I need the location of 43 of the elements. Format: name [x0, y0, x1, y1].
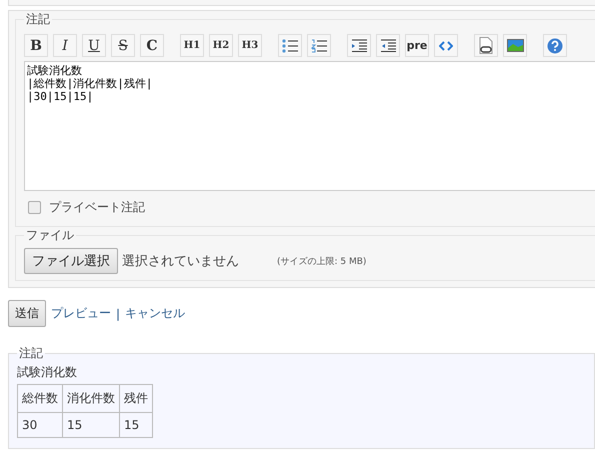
fieldset-legend: 注記 — [17, 345, 45, 362]
format-button[interactable]: C — [140, 34, 164, 57]
fieldset-legend: 注記 — [24, 11, 52, 28]
toolbar-button[interactable] — [376, 34, 400, 57]
submit-button[interactable]: 送信 — [8, 300, 46, 327]
toolbar-button[interactable] — [474, 34, 498, 57]
format-button[interactable]: I — [53, 34, 77, 57]
preview-heading: 試験消化数 — [17, 364, 78, 381]
toolbar-button[interactable] — [347, 34, 371, 57]
toolbar-button[interactable] — [278, 34, 302, 57]
notes-textarea[interactable]: 試験消化数 |総件数|消化件数|残件| |30|15|15| — [24, 61, 595, 191]
file-status: 選択されていません — [122, 253, 239, 270]
private-checkbox[interactable] — [28, 201, 41, 214]
table-cell: 残件 — [120, 384, 152, 412]
table-cell: 15 — [120, 412, 152, 438]
size-limit-note: (サイズの上限: 5 MB) — [277, 256, 366, 268]
format-button[interactable]: S — [111, 34, 135, 57]
format-button[interactable]: H1 — [180, 34, 204, 57]
format-button[interactable]: U — [82, 34, 106, 57]
outdent-icon — [380, 39, 396, 52]
format-button[interactable]: H3 — [238, 34, 262, 57]
indent-icon — [351, 39, 367, 52]
help-icon — [547, 38, 563, 54]
numbered-list-icon — [311, 38, 327, 52]
toolbar-button[interactable] — [307, 34, 331, 57]
table-cell: 30 — [18, 412, 62, 438]
table-cell: 総件数 — [18, 384, 62, 412]
file-link-icon — [479, 37, 493, 54]
link-separator: | — [116, 306, 120, 320]
preview-link[interactable]: プレビュー — [51, 305, 111, 322]
code-icon — [439, 40, 453, 50]
toolbar-button[interactable] — [503, 34, 527, 57]
choose-file-button[interactable]: ファイル選択 — [24, 248, 118, 274]
image-icon — [506, 39, 524, 52]
cancel-link[interactable]: キャンセル — [125, 305, 186, 322]
table-cell: 消化件数 — [62, 384, 120, 412]
table-cell: 15 — [62, 412, 120, 438]
format-button[interactable]: B — [24, 34, 48, 57]
checkbox-label: プライベート注記 — [49, 199, 145, 216]
fieldset-legend: ファイル — [24, 227, 76, 244]
format-button[interactable]: H2 — [209, 34, 233, 57]
bulleted-list-icon — [282, 38, 298, 52]
format-button[interactable]: pre — [405, 34, 429, 57]
